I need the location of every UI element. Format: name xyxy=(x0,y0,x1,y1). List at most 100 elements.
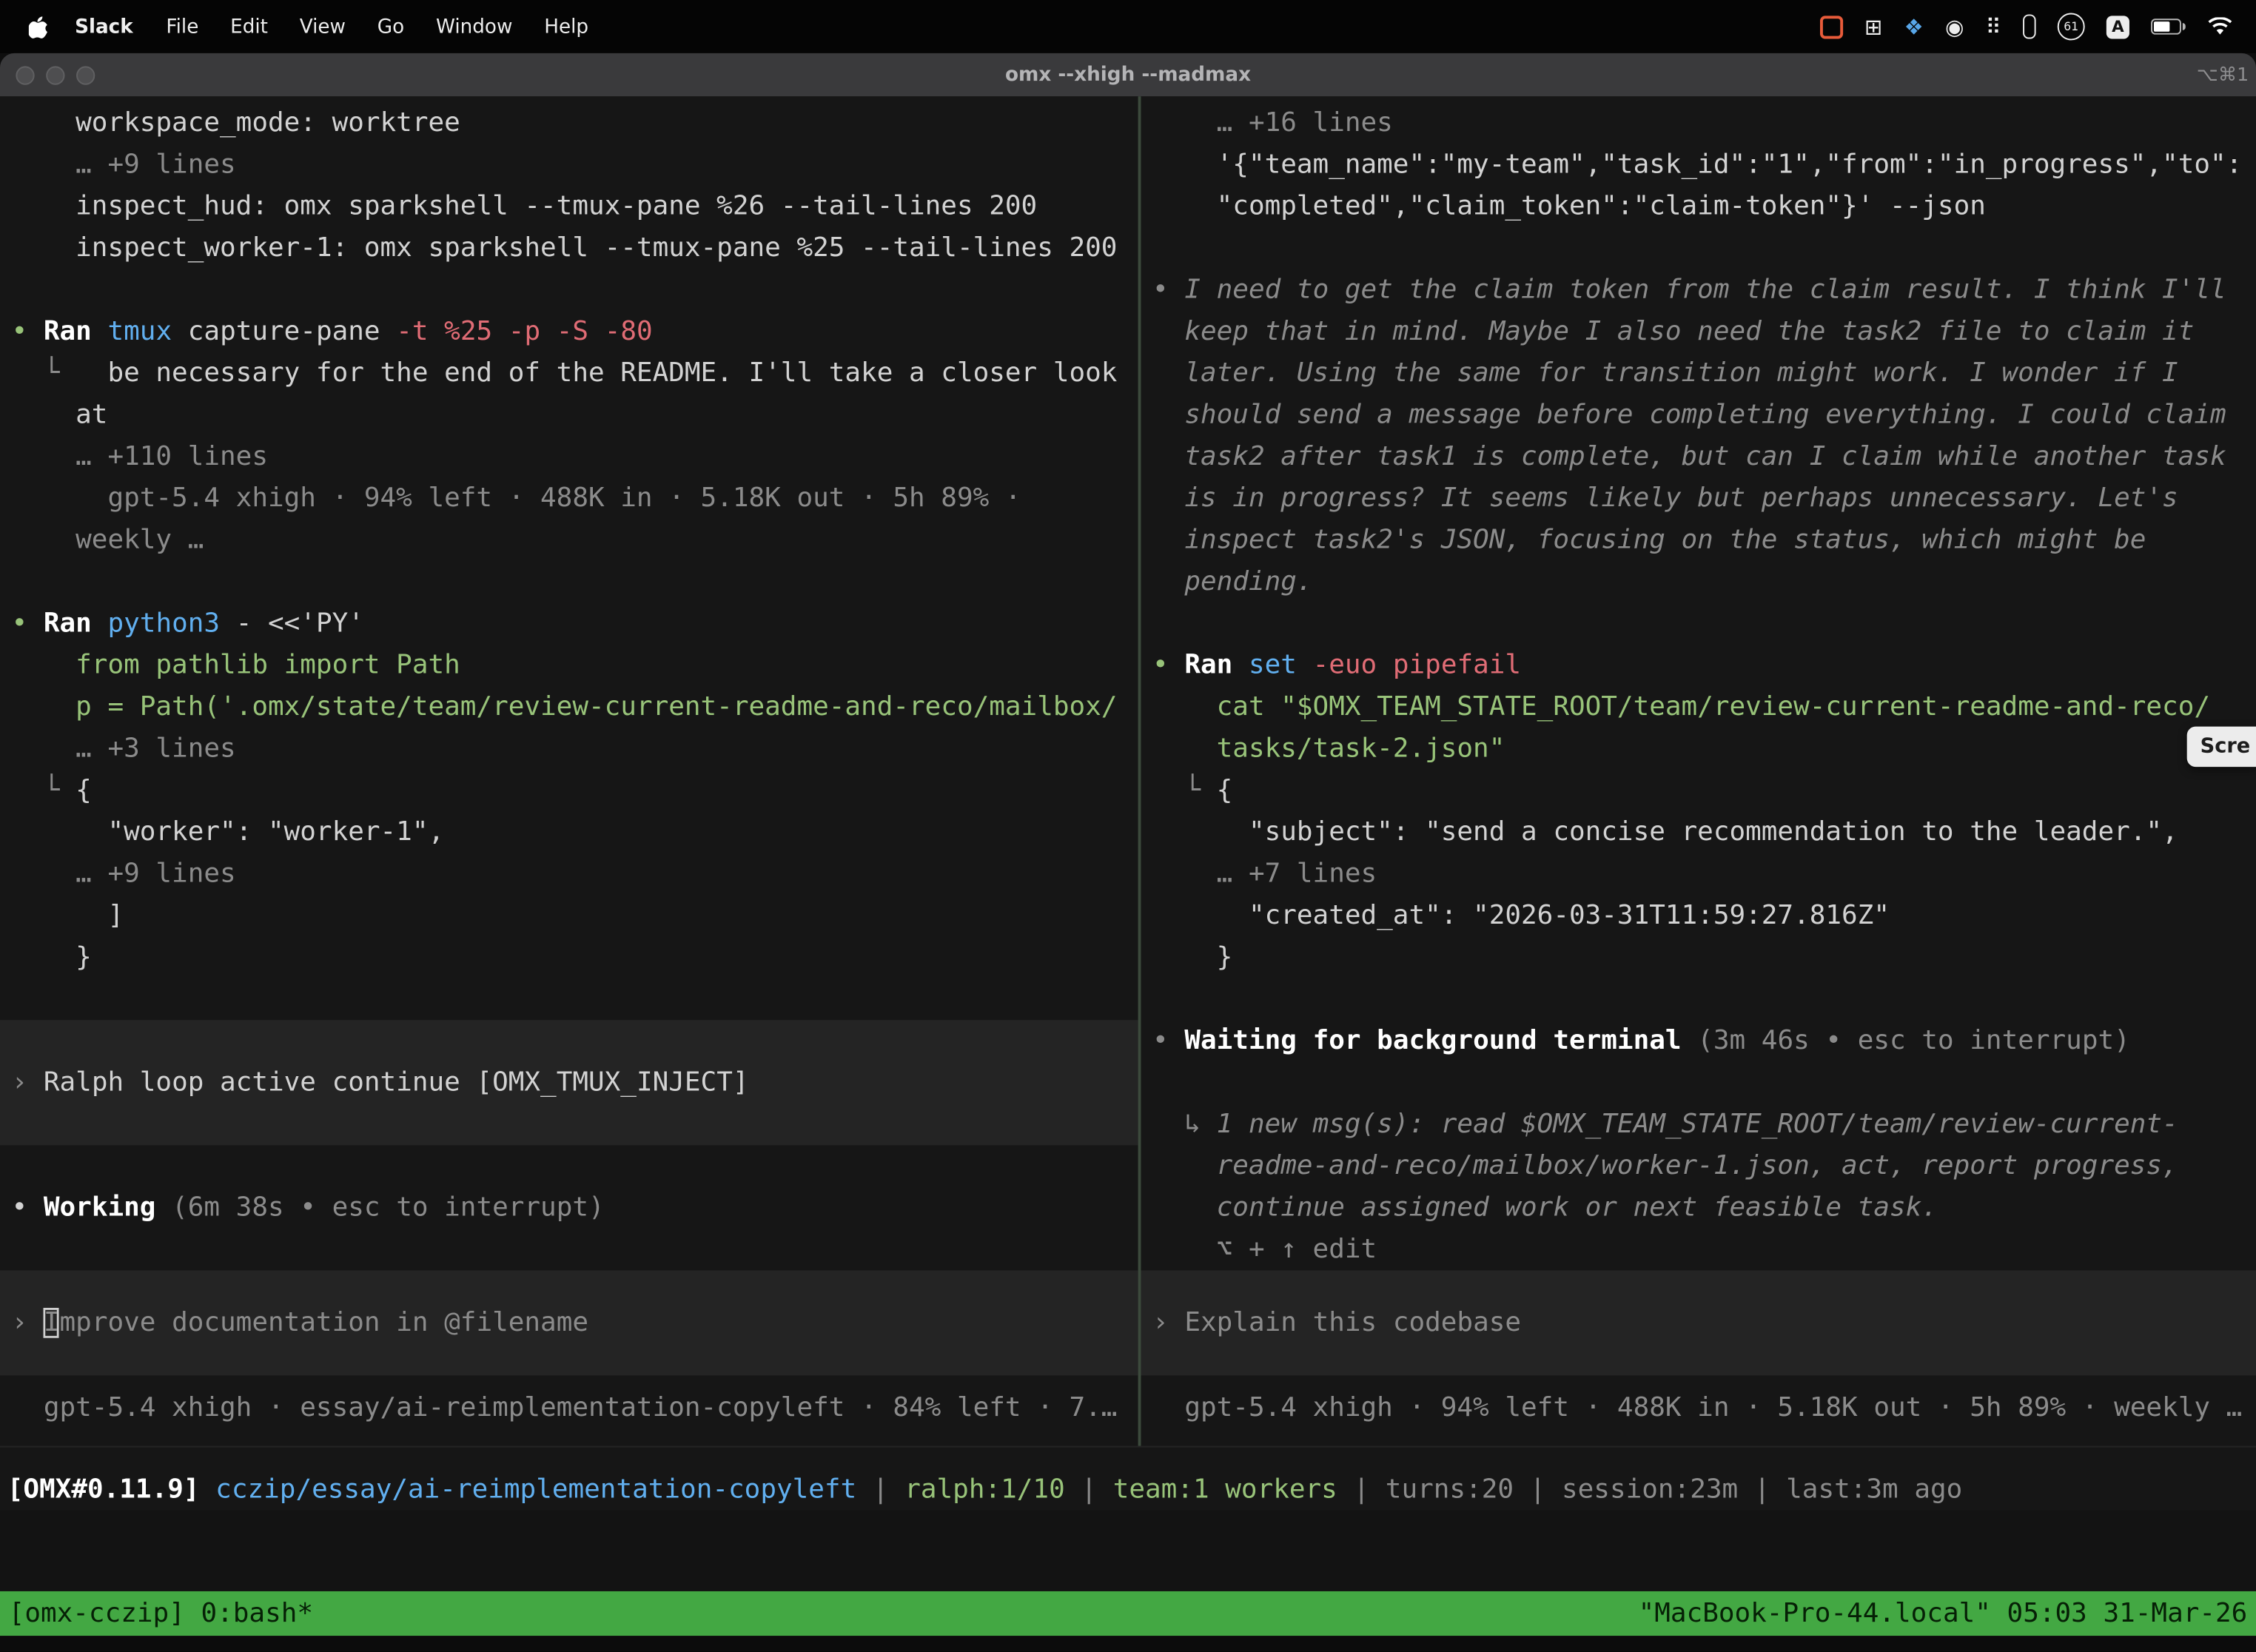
terminal-line: └ { xyxy=(1141,770,2256,811)
text-segment: gpt-5.4 xhigh · essay/ai-reimplementatio… xyxy=(12,1393,1118,1423)
text-segment: › xyxy=(12,1067,44,1098)
terminal-line: • Waiting for background terminal (3m 46… xyxy=(1141,1020,2256,1061)
text-segment: - <<'PY' xyxy=(236,608,364,639)
text-segment: weekly … xyxy=(12,526,204,556)
terminal-pane-left[interactable]: workspace_mode: worktree … +9 lines insp… xyxy=(0,96,1138,1446)
text-segment: I need to get the claim token from the c… xyxy=(1184,275,2226,305)
text-segment: gpt-5.4 xhigh · 94% left · 488K in · 5.1… xyxy=(1152,1393,2242,1423)
text-segment: | xyxy=(1738,1474,1786,1505)
text-segment: tmux xyxy=(107,317,187,347)
text-segment: I xyxy=(44,1308,60,1338)
tmux-session-info: [omx-cczip] 0:bash* xyxy=(9,1599,313,1629)
menu-item-edit[interactable]: Edit xyxy=(215,15,284,38)
window-title: omx --xhigh --madmax xyxy=(0,64,2256,87)
terminal-pane-right[interactable]: … +16 lines '{"team_name":"my-team","tas… xyxy=(1141,96,2256,1446)
close-button[interactable] xyxy=(16,65,34,84)
text-segment: set xyxy=(1249,651,1313,681)
prompt-band: › Improve documentation in @filename xyxy=(0,1270,1138,1375)
apple-menu-icon[interactable] xyxy=(20,14,58,38)
text-segment: python3 xyxy=(107,608,235,639)
menu-item-file[interactable]: File xyxy=(150,15,215,38)
terminal-line: keep that in mind. Maybe I also need the… xyxy=(1141,311,2256,352)
battery-percent-icon[interactable]: 61 xyxy=(2058,13,2085,40)
text-segment: › xyxy=(12,1308,44,1338)
grid-icon[interactable]: ⊞ xyxy=(1864,13,1882,39)
text-segment: '{"team_name":"my-team","task_id":"1","f… xyxy=(1152,150,2242,180)
terminal-line: should send a message before completing … xyxy=(1141,394,2256,436)
text-segment: • xyxy=(12,1192,44,1223)
prompt-band: › Explain this codebase xyxy=(1141,1270,2256,1375)
text-segment: -t %25 -p -S -80 xyxy=(396,317,652,347)
screen-recording-icon[interactable] xyxy=(1820,15,1843,38)
menu-item-help[interactable]: Help xyxy=(528,15,605,38)
terminal-line: • Working (6m 38s • esc to interrupt) xyxy=(0,1187,1138,1229)
terminal-blank-line xyxy=(1141,1062,2256,1104)
menu-app-name[interactable]: Slack xyxy=(58,15,150,38)
terminal-blank-line xyxy=(0,561,1138,602)
text-segment: | xyxy=(1337,1474,1386,1505)
terminal-line: … +16 lines xyxy=(1141,102,2256,144)
text-segment: workspace_mode: worktree xyxy=(12,108,460,138)
text-segment: | xyxy=(1514,1474,1562,1505)
omx-status-line: [OMX#0.11.9] cczip/essay/ai-reimplementa… xyxy=(0,1446,2256,1511)
tmux-host-time: "MacBook-Pro-44.local" 05:03 31-Mar-26 xyxy=(1639,1599,2248,1629)
text-segment: • xyxy=(12,608,44,639)
text-segment: Explain this codebase xyxy=(1184,1308,1521,1338)
window-title-bar: omx --xhigh --madmax ⌥⌘1 xyxy=(0,53,2256,96)
screen: Slack FileEditViewGoWindowHelp ⊞ ❖ ◉ ⠿ 6… xyxy=(0,0,2256,1652)
text-segment: ⌥ + ↑ edit xyxy=(1152,1235,1377,1265)
wifi-icon[interactable] xyxy=(2207,17,2233,36)
blue-app-icon[interactable]: ❖ xyxy=(1904,13,1924,39)
text-segment: turns:20 xyxy=(1386,1474,1514,1505)
menu-item-view[interactable]: View xyxy=(283,15,361,38)
text-segment: is in progress? It seems likely but perh… xyxy=(1152,483,2178,514)
text-segment: team:1 workers xyxy=(1113,1474,1337,1505)
text-segment: later. Using the same for transition mig… xyxy=(1152,358,2178,389)
text-segment: inspect task2's JSON, focusing on the st… xyxy=(1152,526,2146,556)
text-segment: Working xyxy=(44,1192,172,1223)
text-segment: task2 after task1 is complete, but can I… xyxy=(1152,442,2226,472)
text-segment: └ xyxy=(1152,776,1217,806)
zoom-button[interactable] xyxy=(76,65,95,84)
terminal-line: • Ran python3 - <<'PY' xyxy=(0,602,1138,644)
text-segment: continue assigned work or next feasible … xyxy=(1152,1192,1938,1223)
menu-bar: Slack FileEditViewGoWindowHelp ⊞ ❖ ◉ ⠿ 6… xyxy=(0,0,2256,53)
menu-items: FileEditViewGoWindowHelp xyxy=(150,15,604,38)
pane-status-line: gpt-5.4 xhigh · essay/ai-reimplementatio… xyxy=(0,1387,1138,1428)
text-segment: … +16 lines xyxy=(1152,108,1393,138)
key-icon[interactable] xyxy=(2023,14,2035,38)
text-segment: } xyxy=(12,942,92,973)
circle-app-icon[interactable]: ◉ xyxy=(1945,13,1964,39)
terminal-line: workspace_mode: worktree xyxy=(0,102,1138,144)
battery-icon[interactable] xyxy=(2151,19,2186,34)
terminal-line: "created_at": "2026-03-31T11:59:27.816Z" xyxy=(1141,895,2256,936)
dots-grid-icon[interactable]: ⠿ xyxy=(1986,13,2001,39)
terminal-blank-line xyxy=(0,978,1138,1020)
terminal-line: └ { xyxy=(0,770,1138,811)
terminal-line: "completed","claim_token":"claim-token"}… xyxy=(1141,186,2256,227)
text-segment: "worker": "worker-1", xyxy=(12,817,445,847)
text-segment: tasks/task-2.json" xyxy=(1152,733,1505,764)
window-shortcut-hint: ⌥⌘1 xyxy=(2197,53,2249,96)
text-segment: • xyxy=(1152,275,1184,305)
text-segment: pending. xyxy=(1152,567,1313,597)
text-segment: ] xyxy=(12,901,124,931)
terminal-line: pending. xyxy=(1141,561,2256,602)
terminal-blank-line xyxy=(0,1229,1138,1270)
terminal-line: └ be necessary for the end of the README… xyxy=(0,352,1138,394)
text-segment: readme-and-reco/mailbox/worker-1.json, a… xyxy=(1152,1151,2178,1181)
text-segment: cczip/essay/ai-reimplementation-copyleft xyxy=(215,1474,856,1505)
menu-item-go[interactable]: Go xyxy=(361,15,420,38)
screen-overlay-badge: Scre xyxy=(2187,727,2256,767)
text-segment: [OMX#0.11.9] xyxy=(7,1474,215,1505)
input-source-icon[interactable]: A xyxy=(2106,15,2129,38)
text-segment: Ran xyxy=(1184,651,1249,681)
minimize-button[interactable] xyxy=(46,65,64,84)
text-segment: inspect_worker-1: omx sparkshell --tmux-… xyxy=(12,233,1118,263)
terminal-blank-line xyxy=(1141,978,2256,1020)
menu-item-window[interactable]: Window xyxy=(420,15,528,38)
text-segment: (3m 46s • esc to interrupt) xyxy=(1697,1026,2130,1056)
bottom-strip xyxy=(0,1636,2256,1651)
terminal-line: } xyxy=(1141,936,2256,978)
text-segment: • xyxy=(1152,651,1184,681)
